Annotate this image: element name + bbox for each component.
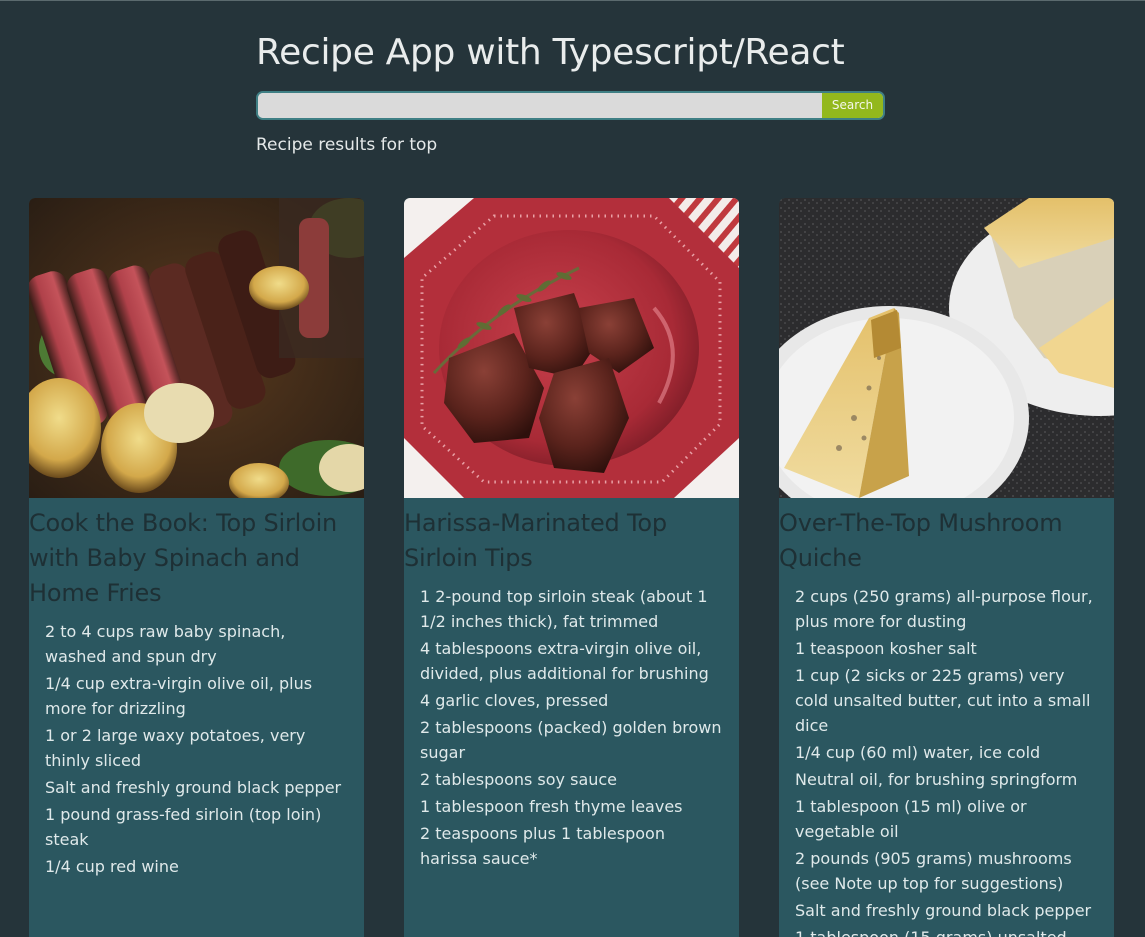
ingredient-list: 1 2-pound top sirloin steak (about 1 1/2… <box>404 584 739 871</box>
recipe-image <box>29 198 364 498</box>
recipe-title: Harissa-Marinated Top Sirloin Tips <box>404 509 667 572</box>
ingredient-item: 1 pound grass-fed sirloin (top loin) ste… <box>45 805 322 849</box>
ingredient-item: 2 tablespoons soy sauce <box>420 770 618 789</box>
ingredient-item: 2 cups (250 grams) all-purpose flour, pl… <box>795 587 1093 631</box>
ingredient-item: 4 garlic cloves, pressed <box>420 691 609 710</box>
recipe-app-page: Recipe App with Typescript/React Search … <box>0 0 1145 937</box>
ingredient-item: 2 to 4 cups raw baby spinach, washed and… <box>45 622 286 666</box>
ingredient-item: Salt and freshly ground black pepper <box>795 901 1092 920</box>
recipe-title: Over-The-Top Mushroom Quiche <box>779 509 1063 572</box>
ingredient-item: 1 cup (2 sicks or 225 grams) very cold u… <box>795 666 1091 735</box>
recipe-card: Over-The-Top Mushroom Quiche 2 cups (250… <box>779 198 1114 937</box>
ingredient-item: 1/4 cup red wine <box>45 857 179 876</box>
ingredient-list: 2 cups (250 grams) all-purpose flour, pl… <box>779 584 1114 937</box>
ingredient-item: 2 tablespoons (packed) golden brown suga… <box>420 718 722 762</box>
recipe-image <box>404 198 739 498</box>
search-form: Search <box>256 91 885 120</box>
ingredient-item: 1/4 cup extra-virgin olive oil, plus mor… <box>45 674 313 718</box>
ingredient-item: 2 teaspoons plus 1 tablespoon harissa sa… <box>420 824 665 868</box>
sirloin-tips-photo-graphic <box>404 198 739 498</box>
recipe-card: Harissa-Marinated Top Sirloin Tips 1 2-p… <box>404 198 739 937</box>
ingredient-item: 1 tablespoon (15 grams) unsalted butter <box>795 925 1098 937</box>
recipe-title: Cook the Book: Top Sirloin with Baby Spi… <box>29 509 338 607</box>
search-input[interactable] <box>258 93 823 118</box>
ingredient-list: 2 to 4 cups raw baby spinach, washed and… <box>29 619 364 879</box>
ingredient-item: 1/4 cup (60 ml) water, ice cold <box>795 743 1041 762</box>
search-button[interactable]: Search <box>822 93 883 118</box>
ingredient-item: 4 tablespoons extra-virgin olive oil, di… <box>420 639 709 683</box>
ingredient-item: 1 2-pound top sirloin steak (about 1 1/2… <box>420 587 708 631</box>
ingredient-item: 1 tablespoon fresh thyme leaves <box>420 797 683 816</box>
ingredient-item: 1 teaspoon kosher salt <box>795 639 977 658</box>
results-label: Recipe results for top <box>256 135 438 155</box>
app-header: Recipe App with Typescript/React Search … <box>256 31 886 155</box>
ingredient-item: 2 pounds (905 grams) mushrooms (see Note… <box>795 849 1072 893</box>
mushroom-quiche-photo-graphic <box>779 198 1114 498</box>
ingredient-item: 1 or 2 large waxy potatoes, very thinly … <box>45 726 306 770</box>
recipe-card: Cook the Book: Top Sirloin with Baby Spi… <box>29 198 364 937</box>
ingredient-item: 1 tablespoon (15 ml) olive or vegetable … <box>795 797 1027 841</box>
sirloin-steak-photo-graphic <box>29 198 364 498</box>
page-title: Recipe App with Typescript/React <box>256 32 845 73</box>
ingredient-item: Neutral oil, for brushing springform <box>795 770 1078 789</box>
recipe-image <box>779 198 1114 498</box>
ingredient-item: Salt and freshly ground black pepper <box>45 778 342 797</box>
